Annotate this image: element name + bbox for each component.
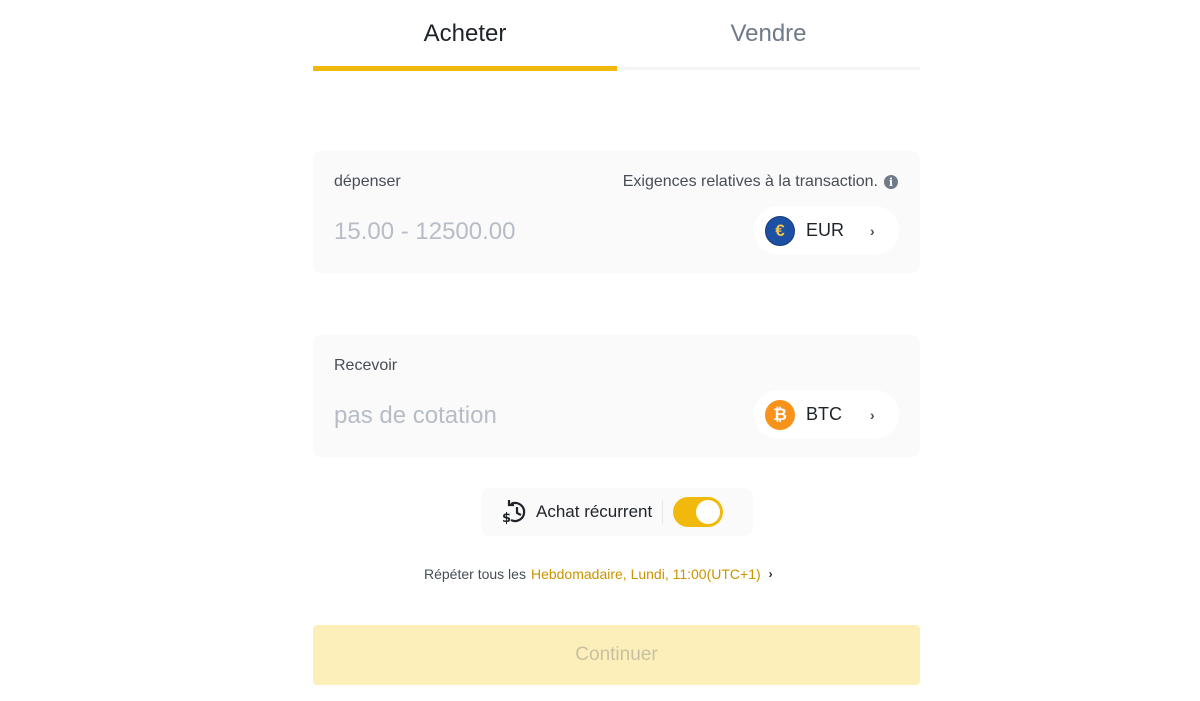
spend-amount-input[interactable] — [334, 215, 714, 249]
receive-label: Recevoir — [334, 357, 398, 374]
spend-currency-code: EUR — [806, 220, 845, 240]
trade-tabs: Acheter Vendre — [313, 0, 920, 71]
transaction-requirements-label: Exigences relatives à la transaction. — [622, 173, 878, 190]
repeat-schedule: Répéter tous les Hebdomadaire, Lundi, 11… — [424, 566, 773, 582]
bitcoin-coin-icon: ₿ — [765, 399, 795, 430]
tab-buy-active-indicator — [313, 66, 617, 71]
toggle-knob — [696, 500, 721, 524]
divider — [662, 500, 664, 524]
tab-buy[interactable]: Acheter — [313, 0, 617, 71]
info-icon[interactable]: i — [884, 175, 898, 189]
chevron-right-icon[interactable]: › — [769, 567, 773, 581]
recurring-buy-control: $ Achat récurrent — [481, 488, 753, 536]
receive-amount-input[interactable] — [334, 399, 714, 433]
recurring-dollar-clock-icon: $ — [501, 498, 529, 526]
receive-currency-code: BTC — [806, 404, 842, 424]
euro-coin-icon: € — [765, 215, 795, 246]
receive-card: Recevoir ₿ BTC › — [313, 335, 920, 457]
spend-label: dépenser — [334, 173, 401, 190]
recurring-buy-label: Achat récurrent — [536, 502, 653, 521]
transaction-requirements[interactable]: Exigences relatives à la transaction. i — [623, 173, 898, 191]
chevron-right-icon: › — [870, 406, 875, 423]
spend-currency-selector[interactable]: € EUR › — [754, 206, 899, 255]
tab-sell[interactable]: Vendre — [617, 0, 920, 71]
buy-crypto-page: Acheter Vendre dépenser Exigences relati… — [0, 0, 1200, 701]
spend-card: dépenser Exigences relatives à la transa… — [313, 151, 920, 273]
chevron-right-icon: › — [870, 222, 875, 239]
continue-button[interactable]: Continuer — [313, 625, 920, 685]
recurring-buy-toggle[interactable] — [673, 497, 724, 527]
repeat-prefix: Répéter tous les — [424, 566, 526, 582]
receive-currency-selector[interactable]: ₿ BTC › — [754, 390, 899, 439]
svg-text:$: $ — [502, 511, 511, 526]
repeat-schedule-link[interactable]: Hebdomadaire, Lundi, 11:00(UTC+1) — [531, 566, 761, 582]
